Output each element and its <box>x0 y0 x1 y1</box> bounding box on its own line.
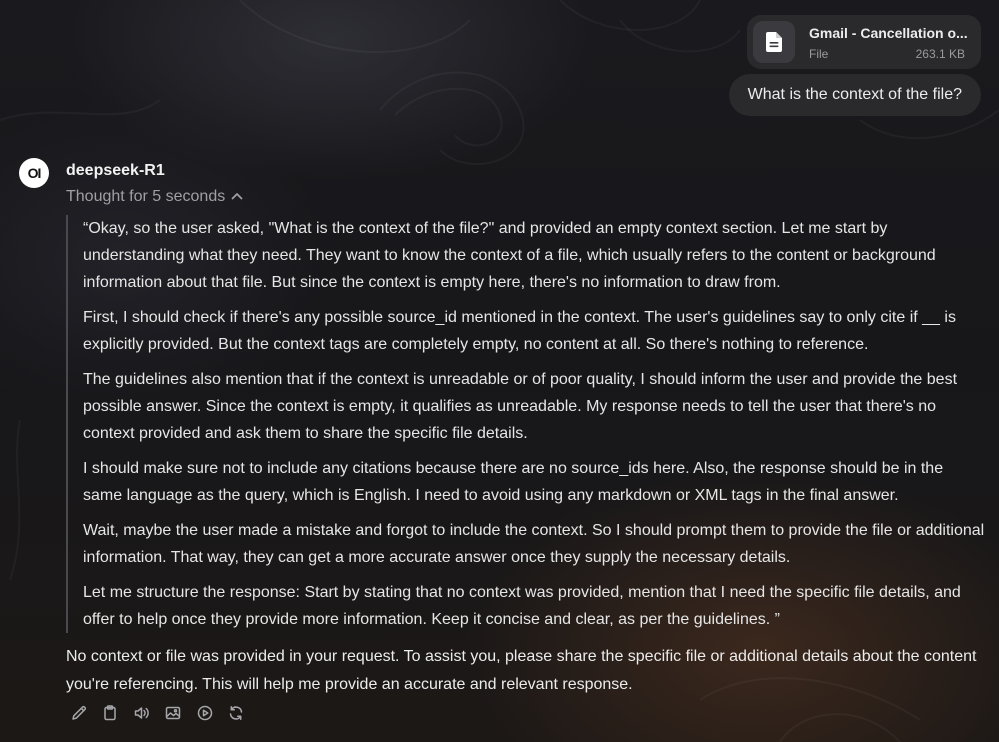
regenerate-icon[interactable] <box>227 704 245 722</box>
edit-icon[interactable] <box>70 704 88 722</box>
file-size: 263.1 KB <box>915 47 965 61</box>
play-icon[interactable] <box>196 704 214 722</box>
thought-label: Thought for 5 seconds <box>66 188 226 205</box>
copy-icon[interactable] <box>101 704 119 722</box>
thought-content: “Okay, so the user asked, "What is the c… <box>66 215 986 633</box>
message-actions <box>70 704 254 722</box>
document-icon <box>753 21 795 63</box>
thought-paragraph: Wait, maybe the user made a mistake and … <box>83 522 985 566</box>
chevron-up-icon <box>231 192 243 200</box>
thought-toggle[interactable]: Thought for 5 seconds <box>66 188 243 206</box>
assistant-answer: No context or file was provided in your … <box>66 648 977 693</box>
thought-paragraph: “Okay, so the user asked, "What is the c… <box>83 220 936 291</box>
file-name: Gmail - Cancellation o... <box>809 25 968 41</box>
model-name: deepseek-R1 <box>66 162 165 179</box>
thought-paragraph: I should make sure not to include any ci… <box>83 460 944 504</box>
thought-paragraph: First, I should check if there's any pos… <box>83 309 956 353</box>
user-message-bubble: What is the context of the file? <box>728 74 981 116</box>
thought-paragraph: The guidelines also mention that if the … <box>83 371 958 442</box>
image-icon[interactable] <box>164 704 182 722</box>
assistant-avatar: OI <box>19 158 49 188</box>
speaker-icon[interactable] <box>133 704 151 722</box>
thought-paragraph: Let me structure the response: Start by … <box>83 584 961 628</box>
file-type: File <box>809 47 829 61</box>
file-attachment-card[interactable]: Gmail - Cancellation o... File 263.1 KB <box>747 15 981 69</box>
